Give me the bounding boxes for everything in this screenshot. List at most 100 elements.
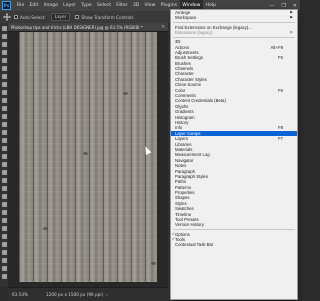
- submenu-arrow-icon: ▶: [290, 29, 293, 34]
- tool-button[interactable]: [1, 98, 7, 103]
- menu-item-workspace[interactable]: Workspace ▶: [171, 15, 297, 20]
- tool-button[interactable]: [1, 90, 7, 95]
- tool-button[interactable]: [1, 178, 7, 183]
- move-tool-icon[interactable]: [3, 13, 11, 21]
- menu-item-label: Actions: [175, 44, 190, 50]
- menu-item-label: Properties: [175, 190, 195, 196]
- menu-item-contextual-task-bar[interactable]: Contextual Task Bar: [171, 242, 297, 247]
- tool-button[interactable]: [1, 50, 7, 55]
- window-menu-dropdown: Arrange ▶ Workspace ▶ Find Extensions on Exc…: [170, 9, 298, 300]
- menu-item-label: Info: [175, 125, 183, 131]
- menu-item-label: Brush Settings: [175, 55, 203, 61]
- tool-button[interactable]: [1, 130, 7, 135]
- tool-button[interactable]: [1, 122, 7, 127]
- menu-layer[interactable]: Layer: [61, 0, 79, 11]
- menu-item-label: Libraries: [175, 141, 192, 147]
- menu-item-label: Version History: [175, 222, 204, 228]
- menu-edit[interactable]: Edit: [27, 0, 41, 11]
- show-transform-checkbox[interactable]: [75, 15, 80, 19]
- menu-item-label: Tools: [175, 236, 186, 242]
- status-menu-arrow-icon[interactable]: ›: [106, 288, 108, 301]
- menu-item-label: Styles: [175, 200, 187, 206]
- menu-item-version-history[interactable]: Version History: [171, 222, 297, 227]
- restore-icon[interactable]: ❐: [281, 3, 285, 9]
- auto-select-dropdown[interactable]: Layer: [50, 13, 71, 21]
- tool-button[interactable]: [1, 42, 7, 47]
- menu-item-label: 3D: [175, 39, 181, 45]
- tool-button[interactable]: [1, 170, 7, 175]
- tool-button[interactable]: [1, 138, 7, 143]
- canvas-area[interactable]: [8, 32, 168, 287]
- tool-button[interactable]: [1, 250, 7, 255]
- menu-file[interactable]: File: [14, 0, 27, 11]
- tool-button[interactable]: [1, 162, 7, 167]
- tool-button[interactable]: [1, 34, 7, 39]
- tool-button[interactable]: [1, 234, 7, 239]
- tool-button[interactable]: [1, 226, 7, 231]
- menu-item-label: Materials: [175, 146, 193, 152]
- tool-button[interactable]: [1, 82, 7, 87]
- tool-button[interactable]: [1, 210, 7, 215]
- menu-item-label: Swatches: [175, 206, 194, 212]
- tool-button[interactable]: [1, 114, 7, 119]
- menu-item-label: Find Extensions on Exchange (legacy)...: [175, 24, 252, 30]
- menu-type[interactable]: Type: [79, 0, 95, 11]
- close-window-icon[interactable]: ✕: [293, 3, 297, 9]
- tool-button[interactable]: [1, 242, 7, 247]
- tool-button[interactable]: [1, 194, 7, 199]
- menu-item-label: Layers: [175, 136, 188, 142]
- auto-select-label: Auto-Select:: [20, 14, 46, 20]
- menu-item-label: Channels: [175, 66, 194, 72]
- menu-filter[interactable]: Filter: [114, 0, 131, 11]
- wood-knot: [43, 227, 48, 230]
- wood-texture-image: [19, 32, 157, 282]
- auto-select-checkbox[interactable]: [14, 15, 18, 19]
- tool-button[interactable]: [1, 74, 7, 79]
- tool-button[interactable]: [1, 58, 7, 63]
- tool-button[interactable]: [1, 66, 7, 71]
- tool-button[interactable]: [1, 202, 7, 207]
- menu-item-label: Arrange: [175, 10, 191, 15]
- menu-separator: [173, 22, 295, 23]
- tool-button[interactable]: [1, 258, 7, 263]
- menu-item-label: Clone Source: [175, 82, 202, 88]
- tool-button[interactable]: [1, 154, 7, 159]
- tool-button[interactable]: [1, 266, 7, 271]
- tool-button[interactable]: [1, 218, 7, 223]
- status-bar: 63.54% 1200 px x 1500 px (96 ppi) ›: [8, 287, 168, 301]
- submenu-arrow-icon: ▶: [290, 15, 293, 20]
- document-tab[interactable]: Photoshop tips and tricks (LBH DESIGNER)…: [8, 23, 168, 32]
- menu-separator: [173, 36, 295, 38]
- zoom-level[interactable]: 63.54%: [8, 288, 42, 301]
- menu-item-label: Character Styles: [175, 76, 207, 82]
- tool-button[interactable]: [1, 146, 7, 151]
- tool-button[interactable]: [1, 106, 7, 111]
- tool-button[interactable]: [1, 274, 7, 279]
- menu-view[interactable]: View: [142, 0, 158, 11]
- menu-item-label: Patterns: [175, 184, 192, 190]
- wood-knot: [123, 92, 128, 95]
- menu-item-label: Shapes: [175, 195, 190, 201]
- menu-item-label: Contextual Task Bar: [175, 242, 214, 248]
- tool-button[interactable]: [1, 186, 7, 191]
- menu-item-label: Options: [175, 231, 190, 237]
- close-tab-icon[interactable]: ✕: [161, 23, 165, 31]
- menu-item-label: Histogram: [175, 114, 195, 120]
- menu-item-label: Workspace: [175, 15, 197, 21]
- menu-item-label: History: [175, 119, 189, 125]
- photoshop-logo-icon[interactable]: Ps: [2, 1, 11, 10]
- show-transform-group: Show Transform Controls: [75, 15, 133, 20]
- menu-separator: [173, 229, 295, 230]
- menu-item-label: Measurement Log: [175, 152, 210, 158]
- menu-item-label: Glyphs: [175, 103, 189, 109]
- tool-button[interactable]: [1, 26, 7, 31]
- menu-3d[interactable]: 3D: [130, 0, 142, 11]
- wood-knot: [83, 152, 88, 155]
- menu-item-label: Paths: [175, 179, 186, 185]
- menu-select[interactable]: Select: [94, 0, 113, 11]
- minimize-icon[interactable]: —: [269, 3, 274, 9]
- menu-item-label: Comments: [175, 93, 196, 99]
- menu-image[interactable]: Image: [41, 0, 61, 11]
- auto-select-group: Auto-Select:: [14, 15, 46, 20]
- show-transform-label: Show Transform Controls: [81, 14, 134, 20]
